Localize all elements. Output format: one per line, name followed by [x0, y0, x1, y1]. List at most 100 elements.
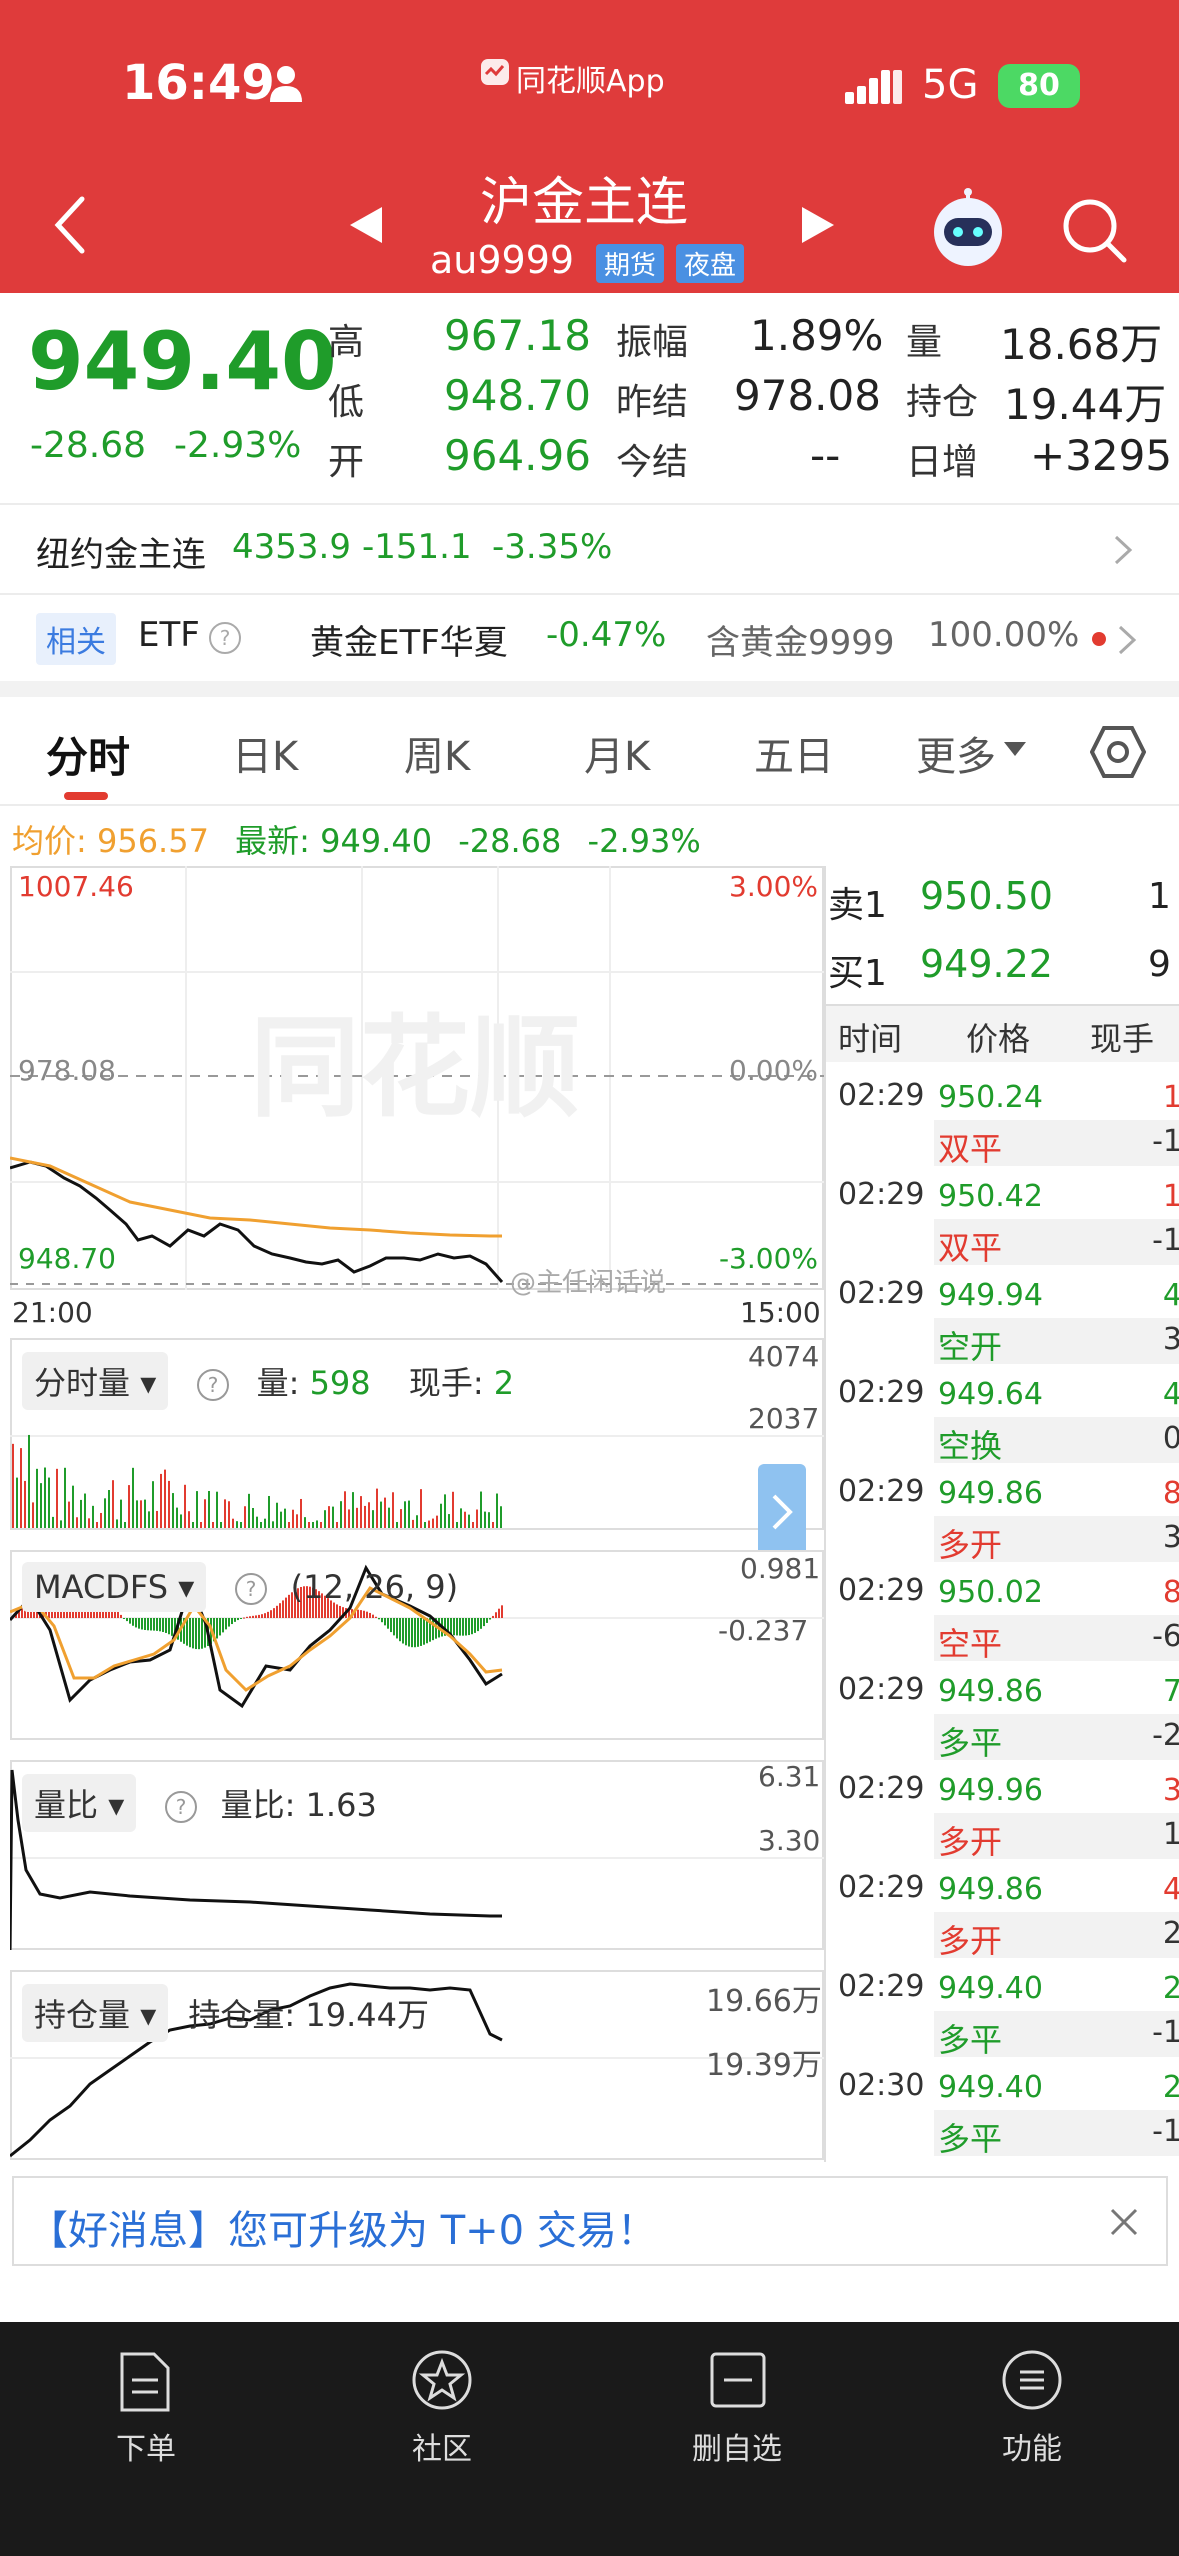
tab-daily-k[interactable]: 日K: [232, 724, 298, 782]
macd-bar: [423, 1618, 425, 1645]
macd-bar: [384, 1618, 386, 1626]
macd-bar: [486, 1618, 488, 1623]
help-icon[interactable]: ?: [164, 1790, 198, 1824]
tick-oi-change: -2: [1152, 1718, 1179, 1753]
field-value-amplitude: 1.89%: [750, 311, 884, 360]
macd-bar: [120, 1614, 122, 1618]
nav-functions[interactable]: 功能: [966, 2340, 1096, 2470]
volume-bar: [360, 1496, 362, 1528]
tick-volume: 4: [1162, 1872, 1179, 1907]
volume-bar: [80, 1499, 82, 1528]
tick-table-header: 时间 价格 现手: [826, 1006, 1179, 1062]
volume-bar: [124, 1522, 126, 1528]
macd-indicator-selector[interactable]: MACDFS ▾: [22, 1562, 207, 1612]
volume-bar: [296, 1514, 298, 1528]
tick-type: 多开: [938, 1823, 1003, 1861]
volume-bar: [420, 1489, 422, 1528]
macd-bar: [483, 1618, 485, 1627]
nav-label: 功能: [1002, 2432, 1062, 2467]
tick-price: 949.40: [938, 2070, 1043, 2105]
ratio-y-top: 6.31: [758, 1760, 821, 1793]
chevron-right-icon: [1114, 535, 1133, 565]
back-arrow-icon[interactable]: [50, 195, 90, 255]
macd-bar: [411, 1618, 413, 1648]
volume-bar: [232, 1518, 234, 1528]
macd-bar: [387, 1618, 389, 1629]
expand-side-panel-button[interactable]: [758, 1464, 806, 1560]
ny-gold-change-pct: -3.35%: [492, 527, 613, 567]
macd-bar: [171, 1618, 173, 1636]
tab-monthly-k[interactable]: 月K: [584, 724, 650, 782]
tick-row: 02:29 949.64 4 空换 0: [826, 1373, 1179, 1472]
tick-list[interactable]: 02:29 950.24 1 双平 -1 02:29 950.42 1 双平 -1 02:29 949…: [826, 1076, 1179, 2162]
tab-more[interactable]: 更多: [916, 724, 996, 782]
related-row[interactable]: 相关 ETF ? 黄金ETF华夏 -0.47% 含黄金9999 100.00%: [0, 595, 1179, 681]
volume-bar: [380, 1501, 382, 1528]
field-value-settle: --: [810, 431, 841, 480]
macd-bar: [201, 1618, 203, 1649]
volume-bar: [452, 1491, 454, 1528]
field-value-volume: 18.68万: [1000, 320, 1163, 369]
volume-bar: [500, 1506, 502, 1528]
volume-bar: [412, 1519, 414, 1528]
help-icon[interactable]: ?: [196, 1368, 230, 1402]
etf-label: ETF: [138, 615, 200, 655]
tab-five-day[interactable]: 五日: [754, 724, 834, 782]
search-icon[interactable]: [1060, 196, 1130, 266]
oi-y-mid: 19.39万: [706, 2048, 822, 2083]
volume-bar: [76, 1517, 78, 1528]
volume-bar: [160, 1473, 162, 1528]
macd-bar: [162, 1618, 164, 1632]
volume-bar: [44, 1467, 46, 1528]
close-icon[interactable]: [1108, 2206, 1140, 2238]
tick-oi-change: -1: [1152, 1223, 1179, 1258]
macd-y-top: 0.981: [740, 1552, 821, 1585]
volume-bar: [224, 1499, 226, 1528]
oi-indicator-selector[interactable]: 持仓量 ▾: [22, 1984, 169, 2042]
volume-bar: [284, 1508, 286, 1528]
tick-price: 949.86: [938, 1872, 1043, 1907]
volume-bar: [184, 1484, 186, 1528]
tick-oi-change: 0: [1162, 1421, 1179, 1456]
volume-indicator-selector[interactable]: 分时量 ▾: [22, 1352, 169, 1410]
ny-gold-row[interactable]: 纽约金主连 4353.9 -151.1 -3.35%: [0, 505, 1179, 593]
promo-banner[interactable]: 【好消息】您可升级为 T+0 交易！: [12, 2176, 1168, 2266]
nav-remove-watchlist[interactable]: 删自选: [672, 2340, 802, 2470]
settings-hexagon-icon[interactable]: [1090, 724, 1146, 780]
macd-bar: [393, 1618, 395, 1636]
tick-row: 02:29 949.94 4 空开 3: [826, 1274, 1179, 1373]
price-change: -28.68: [30, 425, 147, 466]
tab-intraday[interactable]: 分时: [46, 724, 130, 785]
prev-contract-icon[interactable]: [348, 205, 384, 245]
volume-bar: [404, 1501, 406, 1528]
volume-bar: [164, 1469, 166, 1528]
volume-bar: [400, 1509, 402, 1528]
volume-bar: [140, 1500, 142, 1528]
volume-bar: [320, 1522, 322, 1528]
tick-price: 950.42: [938, 1179, 1043, 1214]
tick-oi-change: -6: [1152, 1619, 1179, 1654]
tick-volume: 8: [1162, 1476, 1179, 1511]
nav-order[interactable]: 下单: [80, 2340, 210, 2470]
tab-weekly-k[interactable]: 周K: [404, 724, 470, 782]
volume-bar: [192, 1522, 194, 1528]
section-gap: [0, 681, 1179, 697]
price-chart[interactable]: 同花顺 1007.46 978.08 948.70 3.00% 0.00% -3…: [10, 866, 824, 1290]
ratio-indicator-selector[interactable]: 量比 ▾: [22, 1774, 137, 1832]
nav-community[interactable]: 社区: [376, 2340, 506, 2470]
macd-bar: [153, 1618, 155, 1631]
tick-header-price: 价格: [966, 1020, 1031, 1058]
red-dot-indicator: [1092, 632, 1106, 646]
help-icon[interactable]: ?: [234, 1572, 268, 1606]
help-icon[interactable]: ?: [208, 621, 242, 655]
community-star-icon: [412, 2350, 472, 2410]
macd-bar: [117, 1611, 119, 1618]
volume-bar: [36, 1468, 38, 1528]
macd-bar: [489, 1618, 491, 1620]
next-contract-icon[interactable]: [800, 205, 836, 245]
contract-title: 沪金主连: [480, 173, 689, 233]
tick-oi-change: 3: [1162, 1520, 1179, 1555]
macd-bar: [144, 1618, 146, 1631]
robot-assistant-icon[interactable]: [926, 188, 1010, 270]
macd-bar: [495, 1612, 497, 1618]
